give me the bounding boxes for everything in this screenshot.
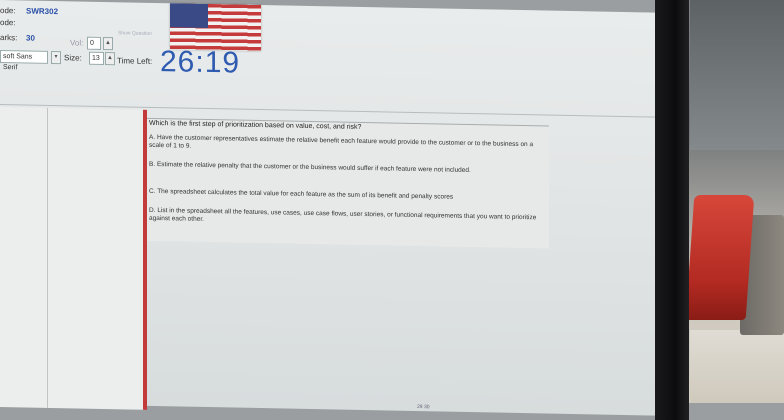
size-label: Size:	[64, 53, 82, 63]
time-left-label: Time Left:	[117, 56, 153, 66]
exam-header: ode: SWR302 ode: arks: 30 Vol: 0 ▲ Show …	[0, 0, 665, 113]
panel-divider	[47, 107, 48, 408]
font-select[interactable]: soft Sans Serif	[0, 50, 48, 71]
vol-label: Vol:	[70, 38, 84, 48]
option-letter: A.	[149, 133, 156, 141]
monitor-bezel	[655, 0, 689, 420]
size-spin-icon[interactable]: ▲	[105, 52, 115, 66]
red-chair	[685, 195, 755, 320]
us-flag-icon	[170, 3, 261, 52]
marks-value: 30	[26, 33, 35, 43]
font-dropdown-icon[interactable]: ▾	[51, 50, 61, 65]
show-question-button[interactable]: Show Question	[118, 30, 152, 37]
size-stepper[interactable]: 13	[89, 51, 104, 65]
vol-spin-icon[interactable]: ▲	[103, 36, 113, 51]
question-list-panel	[0, 107, 145, 410]
monitor-screen: ode: SWR302 ode: arks: 30 Vol: 0 ▲ Show …	[0, 0, 665, 416]
code2-label: ode:	[0, 18, 16, 28]
flag-canton	[170, 3, 208, 28]
code-label: ode:	[0, 6, 16, 16]
option-letter: D.	[149, 206, 156, 214]
option-letter: C.	[149, 187, 156, 195]
option-letter: B.	[149, 160, 156, 168]
vol-stepper[interactable]: 0	[87, 36, 101, 50]
floor	[690, 330, 784, 403]
marks-label: arks:	[0, 33, 18, 43]
code-value: SWR302	[26, 6, 59, 17]
wall	[690, 0, 784, 150]
page-indicator[interactable]: 29 30	[417, 404, 430, 410]
